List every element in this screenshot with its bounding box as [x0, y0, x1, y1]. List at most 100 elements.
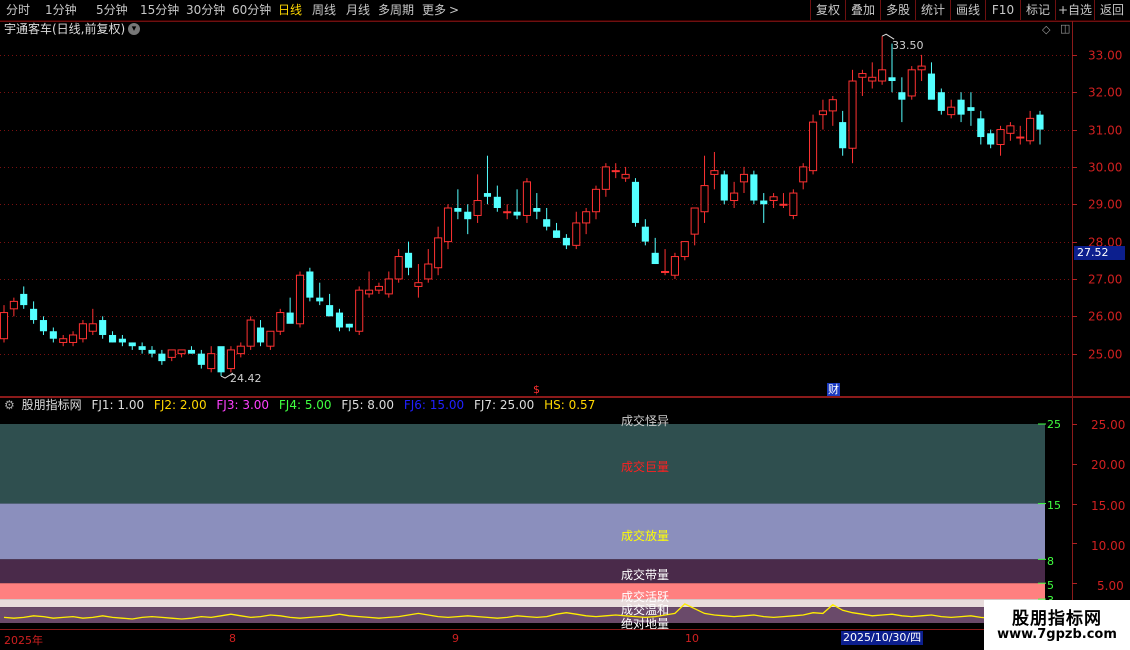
candle [374, 282, 383, 294]
adjust-button[interactable]: 复权 [810, 0, 845, 20]
candle [177, 349, 186, 358]
candle-body [543, 219, 551, 227]
more-label: 更多 [422, 3, 447, 17]
window-toggle-icon[interactable]: ◫ [1060, 22, 1070, 35]
candle [839, 110, 847, 156]
candle [1016, 125, 1025, 145]
candle [878, 36, 887, 85]
candle-body [809, 121, 818, 172]
candle [987, 129, 995, 149]
diamond-icon[interactable]: ◇ [1042, 23, 1050, 36]
candle-body [493, 196, 501, 208]
candle-body [996, 129, 1005, 146]
candle [345, 323, 353, 332]
candle-body [326, 305, 334, 317]
candle [414, 264, 423, 298]
candle [226, 346, 235, 373]
candle [49, 327, 57, 343]
candle-body [789, 192, 798, 216]
candle [651, 237, 659, 265]
candle [266, 330, 275, 350]
draw-line-button[interactable]: 画线 [950, 0, 985, 20]
candle [59, 334, 68, 347]
candlestick-chart[interactable]: 33.0032.0031.0030.0029.0028.0027.0026.00… [0, 21, 1130, 397]
statistics-button[interactable]: 统计 [915, 0, 950, 20]
period-tab-60min[interactable]: 60分钟 [232, 0, 271, 20]
candle [710, 151, 719, 190]
period-tab-weekly[interactable]: 周线 [312, 0, 336, 20]
candle-body [355, 289, 364, 332]
candle-body [670, 256, 679, 276]
candle [39, 316, 48, 335]
volume-indicator-chart[interactable] [0, 397, 1130, 630]
period-tab-more[interactable]: 更多 > [422, 0, 459, 20]
candle-body [39, 320, 48, 332]
candle [907, 66, 916, 100]
candle [473, 174, 482, 223]
f10-button[interactable]: F10 [985, 0, 1020, 20]
candle-body [769, 196, 778, 202]
price-axis-label: 33.00 [1088, 49, 1122, 63]
add-watchlist-button[interactable]: +自选 [1055, 0, 1094, 20]
candle-body [591, 188, 601, 213]
date-label-year: 2025年 [4, 634, 43, 647]
multi-stock-button[interactable]: 多股 [880, 0, 915, 20]
ind-axis-tick-5: 5.00 [1097, 579, 1124, 593]
candle-body [0, 312, 9, 340]
overlay-button[interactable]: 叠加 [845, 0, 880, 20]
candle [434, 226, 443, 276]
candle-body [937, 92, 945, 111]
candle-body [158, 353, 166, 362]
candle-body [49, 331, 57, 339]
period-tab-multi[interactable]: 多周期 [378, 0, 414, 20]
date-label-sep: 9 [452, 632, 459, 645]
candle [1026, 110, 1035, 145]
candle-body [335, 312, 344, 328]
price-axis-label: 32.00 [1088, 86, 1122, 100]
ind-axis-tick-25: 25.00 [1091, 418, 1126, 432]
candle [128, 342, 136, 350]
finance-marker[interactable]: 财 [827, 383, 840, 396]
candle-body [1006, 125, 1015, 134]
candle-body [414, 282, 423, 287]
candle [690, 207, 699, 246]
candle [670, 252, 679, 279]
candle [611, 163, 620, 179]
dividend-marker[interactable]: $ [533, 383, 540, 396]
watermark-url: www.7gpzb.com [997, 627, 1117, 642]
back-button[interactable]: 返回 [1094, 0, 1129, 20]
candle-body [907, 69, 916, 97]
candle [799, 163, 808, 190]
period-tab-5min[interactable]: 5分钟 [96, 0, 128, 20]
candle [335, 308, 344, 332]
volume-zone-band [0, 599, 1045, 608]
period-tab-30min[interactable]: 30分钟 [186, 0, 225, 20]
period-tab-15min[interactable]: 15分钟 [140, 0, 179, 20]
candle-body [108, 334, 117, 343]
candle [828, 95, 837, 126]
candle [522, 178, 531, 223]
chevron-down-icon[interactable]: ▾ [128, 23, 140, 35]
period-tab-1min[interactable]: 1分钟 [45, 0, 77, 20]
period-tab-daily[interactable]: 日线 [278, 0, 302, 20]
candle [927, 62, 936, 100]
candle-body [128, 342, 136, 347]
candle-body [226, 349, 235, 370]
candle-body [651, 252, 659, 265]
candle-body [365, 289, 374, 295]
volume-zone-band [0, 559, 1045, 584]
candle-body [295, 274, 305, 325]
candle-body [503, 211, 512, 214]
candle-body [266, 330, 275, 347]
period-tab-intraday[interactable]: 分时 [6, 0, 30, 20]
volume-zone-band [0, 583, 1045, 600]
candle-body [611, 170, 620, 173]
candle-body [246, 319, 255, 347]
candle [957, 92, 965, 123]
mark-button[interactable]: 标记 [1020, 0, 1055, 20]
period-tab-monthly[interactable]: 月线 [346, 0, 370, 20]
candle-body [473, 200, 482, 216]
zone-label-moderate: 成交带量 [620, 568, 669, 582]
candle-body [1036, 114, 1044, 130]
watermark-title: 股朋指标网 [1012, 609, 1102, 629]
